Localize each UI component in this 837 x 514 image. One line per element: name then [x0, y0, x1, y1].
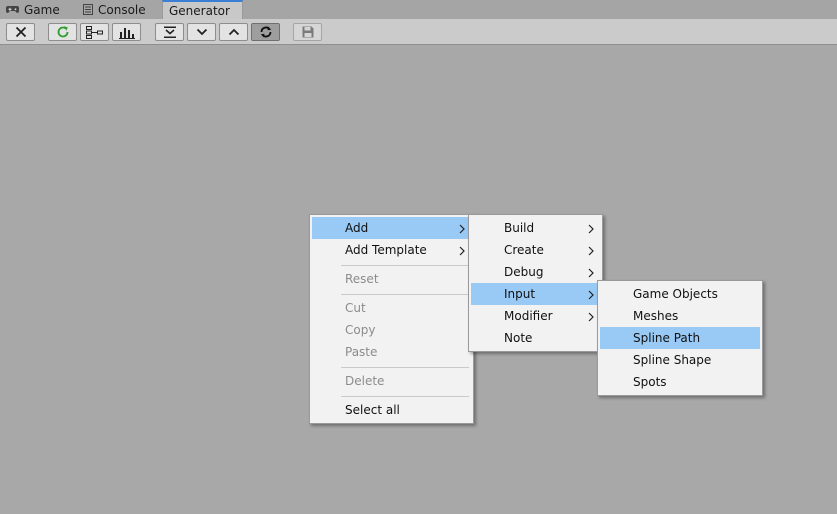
menu-item-cut: Cut — [312, 297, 471, 319]
menu-item-label: Modifier — [504, 309, 553, 323]
menu-item-label: Select all — [345, 403, 400, 417]
menu-item-label: Debug — [504, 265, 544, 279]
menu-separator — [341, 294, 469, 295]
menu-item-paste: Paste — [312, 341, 471, 363]
menu-item-label: Spots — [633, 375, 667, 389]
bar-chart-icon — [118, 26, 135, 39]
tab-label: Generator — [169, 4, 230, 18]
submenu-item-meshes[interactable]: Meshes — [600, 305, 760, 327]
menu-item-label: Add Template — [345, 243, 427, 257]
menu-item-label: Paste — [345, 345, 378, 359]
menu-item-label: Add — [345, 221, 369, 235]
collapse-all-button[interactable] — [155, 23, 184, 41]
menu-separator — [341, 265, 469, 266]
menu-item-label: Spline Path — [633, 331, 701, 345]
sync-icon — [259, 25, 273, 39]
menu-item-label: Game Objects — [633, 287, 718, 301]
menu-item-label: Spline Shape — [633, 353, 712, 367]
submenu-item-modifier[interactable]: Modifier — [471, 305, 600, 327]
console-icon — [83, 4, 93, 15]
collapse-up-button[interactable] — [219, 23, 248, 41]
refresh-icon — [56, 25, 70, 39]
chevron-right-icon — [459, 223, 465, 237]
input-submenu: Game Objects Meshes Spline Path Spline S… — [597, 280, 763, 396]
refresh-button[interactable] — [48, 23, 77, 41]
chevron-right-icon — [588, 267, 594, 281]
close-button[interactable] — [6, 23, 35, 41]
chevron-right-icon — [459, 245, 465, 259]
menu-item-label: Cut — [345, 301, 366, 315]
node-list-button[interactable] — [80, 23, 109, 41]
menu-item-add[interactable]: Add — [312, 217, 471, 239]
submenu-item-game-objects[interactable]: Game Objects — [600, 283, 760, 305]
context-menu: Add Add Template Reset Cut Copy Paste De… — [309, 214, 474, 424]
add-submenu: Build Create Debug Input Modifier Note — [468, 214, 603, 352]
save-icon — [302, 26, 314, 38]
submenu-item-note[interactable]: Note — [471, 327, 600, 349]
chevron-up-icon — [228, 28, 240, 36]
submenu-item-spline-path[interactable]: Spline Path — [600, 327, 760, 349]
chevron-right-icon — [588, 289, 594, 303]
menu-item-label: Note — [504, 331, 533, 345]
menu-item-label: Delete — [345, 374, 385, 388]
chevron-right-icon — [588, 311, 594, 325]
menu-item-label: Reset — [345, 272, 379, 286]
save-button[interactable] — [293, 23, 322, 41]
expand-down-button[interactable] — [187, 23, 216, 41]
tab-generator[interactable]: Generator — [162, 0, 243, 20]
menu-item-label: Create — [504, 243, 544, 257]
tab-label: Console — [98, 2, 146, 17]
menu-item-label: Meshes — [633, 309, 679, 323]
submenu-item-debug[interactable]: Debug — [471, 261, 600, 283]
menu-item-delete: Delete — [312, 370, 471, 392]
stats-button[interactable] — [112, 23, 141, 41]
menu-item-label: Copy — [345, 323, 376, 337]
node-list-icon — [85, 25, 104, 39]
menu-item-label: Build — [504, 221, 535, 235]
chevron-right-icon — [588, 223, 594, 237]
chevron-down-icon — [196, 28, 208, 36]
menu-separator — [341, 396, 469, 397]
menu-item-add-template[interactable]: Add Template — [312, 239, 471, 261]
tab-console[interactable]: Console — [83, 0, 146, 19]
menu-item-copy: Copy — [312, 319, 471, 341]
auto-sync-toggle[interactable] — [251, 23, 280, 41]
menu-item-select-all[interactable]: Select all — [312, 399, 471, 421]
submenu-item-input[interactable]: Input — [471, 283, 600, 305]
tab-game[interactable]: Game — [6, 0, 60, 19]
submenu-item-build[interactable]: Build — [471, 217, 600, 239]
menu-item-label: Input — [504, 287, 536, 301]
menu-separator — [341, 367, 469, 368]
menu-item-reset: Reset — [312, 268, 471, 290]
submenu-item-spline-shape[interactable]: Spline Shape — [600, 349, 760, 371]
tab-label: Game — [24, 2, 60, 17]
submenu-item-spots[interactable]: Spots — [600, 371, 760, 393]
gamepad-icon — [6, 5, 19, 14]
toolbar — [0, 19, 837, 45]
collapse-all-icon — [163, 26, 176, 39]
tab-bar: Game Console Generator — [0, 0, 837, 20]
chevron-right-icon — [588, 245, 594, 259]
close-icon — [15, 26, 27, 38]
submenu-item-create[interactable]: Create — [471, 239, 600, 261]
